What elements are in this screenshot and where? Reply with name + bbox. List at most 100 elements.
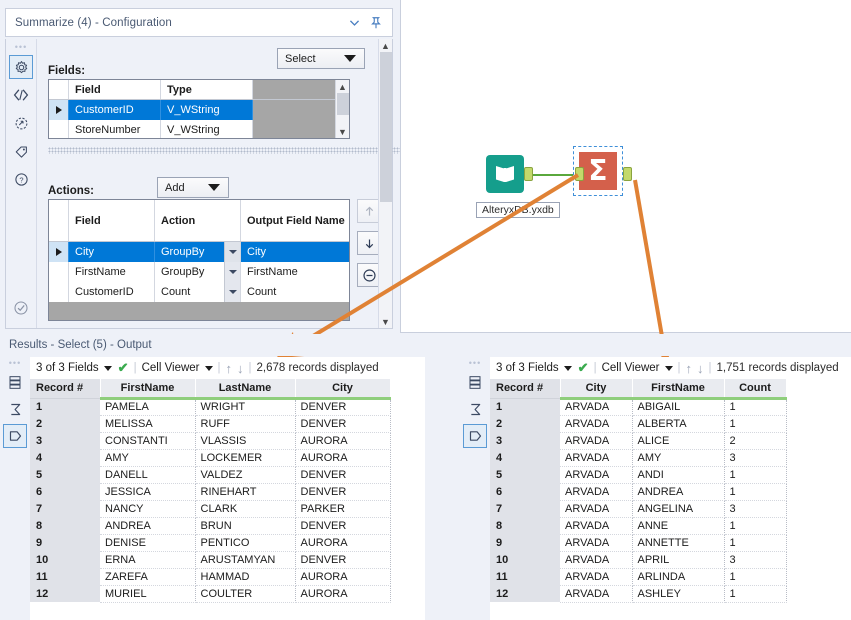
table-row[interactable]: 12 MURIEL COULTER AURORA: [30, 585, 425, 603]
chevron-down-icon[interactable]: [224, 282, 240, 302]
results-title-text: Results - Select (5) - Output: [9, 339, 152, 351]
table-row[interactable]: 9 ARVADA ANNETTE 1: [490, 534, 851, 552]
fields-row-customerid[interactable]: CustomerID V_WString: [49, 100, 349, 120]
cell-city: DENVER: [295, 551, 391, 569]
output-anchor-icon[interactable]: [3, 424, 27, 448]
chevron-down-icon[interactable]: [224, 242, 240, 262]
table-row[interactable]: 9 DENISE PENTICO AURORA: [30, 534, 425, 552]
cell-count: 1: [724, 415, 787, 433]
cell-count: 1: [724, 466, 787, 484]
output-anchor-icon[interactable]: [463, 424, 487, 448]
table-row[interactable]: 6 JESSICA RINEHART DENVER: [30, 483, 425, 501]
scroll-thumb[interactable]: [379, 52, 392, 202]
fields-col-type: Type: [161, 80, 253, 99]
actions-row-customerid[interactable]: CustomerID Count Count: [49, 282, 349, 302]
scroll-down-icon[interactable]: ▼: [381, 315, 390, 328]
cell-firstname: ASHLEY: [632, 585, 725, 603]
table-row[interactable]: 8 ANDREA BRUN DENVER: [30, 517, 425, 535]
nav-down-icon[interactable]: ↓: [237, 361, 244, 376]
actions-row-firstname[interactable]: FirstName GroupBy FirstName: [49, 262, 349, 282]
nav-up-icon[interactable]: ↑: [686, 361, 693, 376]
apply-check-icon[interactable]: ✔: [118, 360, 129, 376]
annotation-icon[interactable]: [9, 111, 33, 135]
fields-table-scrollbar[interactable]: ▲ ▼: [335, 80, 349, 138]
actions-cell-output: City: [247, 246, 266, 258]
results-main-right: 3 of 3 Fields ✔ | Cell Viewer | ↑ ↓ | 1,…: [490, 357, 851, 620]
table-row[interactable]: 1 PAMELA WRIGHT DENVER: [30, 398, 425, 416]
table-row[interactable]: 11 ARVADA ARLINDA 1: [490, 568, 851, 586]
summarize-output-port[interactable]: [623, 167, 632, 181]
scroll-down-icon[interactable]: ▼: [338, 125, 347, 138]
summarize-input-port[interactable]: [575, 167, 584, 181]
add-dropdown[interactable]: Add: [157, 177, 229, 198]
cell-viewer-selector[interactable]: Cell Viewer: [142, 362, 213, 374]
results-table-left[interactable]: Record # FirstName LastName City 1 PAMELA…: [30, 379, 425, 603]
table-row[interactable]: 3 CONSTANTI VLASSIS AURORA: [30, 432, 425, 450]
fields-selector[interactable]: 3 of 3 Fields: [36, 362, 112, 374]
input-data-node[interactable]: AlteryxDB.yxdb: [476, 155, 560, 218]
table-row[interactable]: 7 ARVADA ANGELINA 3: [490, 500, 851, 518]
table-row[interactable]: 6 ARVADA ANDREA 1: [490, 483, 851, 501]
actions-cell-action[interactable]: GroupBy: [155, 262, 241, 282]
table-row[interactable]: 2 MELISSA RUFF DENVER: [30, 415, 425, 433]
table-row[interactable]: 7 NANCY CLARK PARKER: [30, 500, 425, 518]
col-firstname: FirstName: [632, 379, 725, 400]
table-row[interactable]: 2 ARVADA ALBERTA 1: [490, 415, 851, 433]
table-row[interactable]: 1 ARVADA ABIGAIL 1: [490, 398, 851, 416]
results-table-right[interactable]: Record # City FirstName Count 1 ARVADA ABI…: [490, 379, 851, 603]
select-dropdown[interactable]: Select: [277, 48, 365, 69]
scroll-up-icon[interactable]: ▲: [381, 39, 390, 52]
cell-record-num: 1: [30, 398, 100, 415]
scroll-up-icon[interactable]: ▲: [338, 80, 347, 93]
table-row[interactable]: 10 ARVADA APRIL 3: [490, 551, 851, 569]
table-row[interactable]: 11 ZAREFA HAMMAD AURORA: [30, 568, 425, 586]
help-icon[interactable]: ?: [9, 167, 33, 191]
summarize-node[interactable]: Σ: [573, 146, 632, 196]
config-panel-scrollbar[interactable]: ▲ ▼: [378, 39, 392, 328]
cell-viewer-selector[interactable]: Cell Viewer: [602, 362, 673, 374]
table-row[interactable]: 5 DANELL VALDEZ DENVER: [30, 466, 425, 484]
cell-firstname: DANELL: [100, 466, 196, 484]
nav-down-icon[interactable]: ↓: [697, 361, 704, 376]
pin-icon[interactable]: [365, 12, 387, 34]
toolbar-separator: |: [708, 362, 712, 374]
cell-record-num: 9: [490, 534, 560, 551]
workflow-canvas[interactable]: AlteryxDB.yxdb Σ: [400, 0, 851, 333]
table-row[interactable]: 3 ARVADA ALICE 2: [490, 432, 851, 450]
cell-firstname: JESSICA: [100, 483, 196, 501]
sigma-icon[interactable]: [3, 397, 27, 421]
sigma-icon[interactable]: [463, 397, 487, 421]
fields-selector[interactable]: 3 of 3 Fields: [496, 362, 572, 374]
table-row[interactable]: 8 ARVADA ANNE 1: [490, 517, 851, 535]
fields-header-spacer: [49, 80, 69, 99]
code-icon[interactable]: [9, 83, 33, 107]
cell-firstname: ANGELINA: [632, 500, 725, 518]
apply-check-icon[interactable]: ✔: [578, 360, 589, 376]
scroll-thumb[interactable]: [336, 93, 349, 115]
table-row[interactable]: 5 ARVADA ANDI 1: [490, 466, 851, 484]
chevron-down-icon[interactable]: [343, 12, 365, 34]
data-grid-icon[interactable]: [3, 370, 27, 394]
input-node-output-port[interactable]: [524, 167, 533, 181]
fields-row-storenumber[interactable]: StoreNumber V_WString: [49, 120, 349, 138]
gear-icon[interactable]: [9, 55, 33, 79]
table-row[interactable]: 4 ARVADA AMY 3: [490, 449, 851, 467]
nav-up-icon[interactable]: ↑: [226, 361, 233, 376]
table-row[interactable]: 12 ARVADA ASHLEY 1: [490, 585, 851, 603]
cell-record-num: 5: [490, 466, 560, 483]
check-circle-icon[interactable]: [9, 296, 33, 320]
actions-table[interactable]: Field Action Output Field Name City Grou…: [48, 199, 350, 321]
caret-down-icon: [208, 184, 220, 191]
table-row[interactable]: 10 ERNA ARUSTAMYAN DENVER: [30, 551, 425, 569]
chevron-down-icon[interactable]: [224, 262, 240, 282]
actions-cell-action[interactable]: GroupBy: [155, 242, 241, 262]
tag-icon[interactable]: [9, 139, 33, 163]
actions-row-city[interactable]: City GroupBy City: [49, 242, 349, 262]
actions-cell-action[interactable]: Count: [155, 282, 241, 302]
cell-firstname: NANCY: [100, 500, 196, 518]
connection-wire[interactable]: [533, 174, 577, 176]
cell-lastname: LOCKEMER: [195, 449, 296, 467]
data-grid-icon[interactable]: [463, 370, 487, 394]
fields-table[interactable]: Field Type CustomerID V_WString StoreNum…: [48, 79, 350, 139]
table-row[interactable]: 4 AMY LOCKEMER AURORA: [30, 449, 425, 467]
